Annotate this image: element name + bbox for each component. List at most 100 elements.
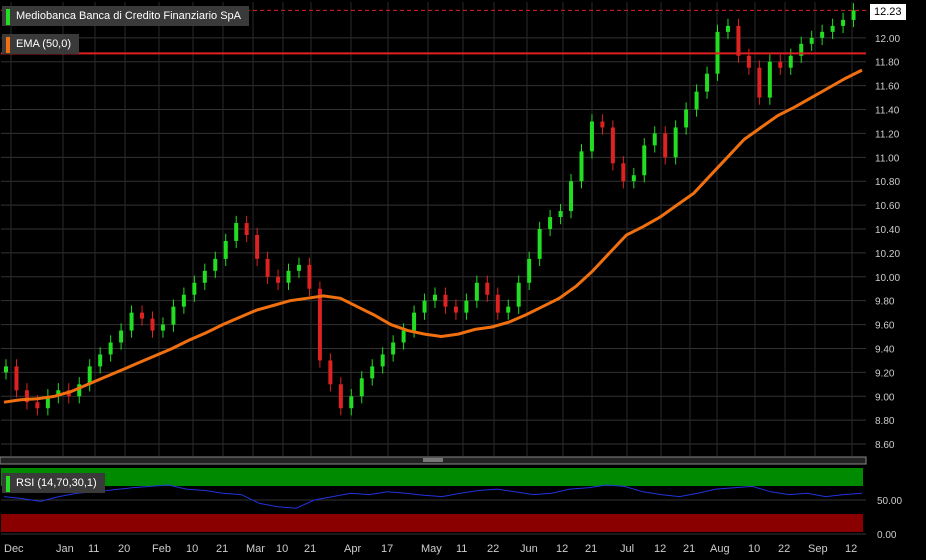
time-tick-label: 22 <box>487 543 499 555</box>
price-tick-label: 9.40 <box>875 344 895 355</box>
price-tick-label: 9.20 <box>875 368 895 379</box>
price-tick-label: 11.40 <box>875 106 900 117</box>
time-tick-label: Jul <box>620 543 634 555</box>
candle-body <box>108 342 113 355</box>
candle-body <box>694 91 699 110</box>
time-tick-label: 22 <box>778 543 790 555</box>
candle-body <box>443 294 448 307</box>
candle-body <box>244 223 249 235</box>
candle-body <box>757 67 762 98</box>
candle-body <box>569 181 574 212</box>
candle-body <box>213 258 218 271</box>
candle-body <box>181 294 186 307</box>
price-tick-label: 11.00 <box>875 153 900 164</box>
time-tick-label: Mar <box>246 543 265 555</box>
candle-body <box>35 402 40 409</box>
time-tick-label: 10 <box>748 543 760 555</box>
candle-body <box>140 312 145 319</box>
candle-body <box>223 240 228 259</box>
chart-title-label: Mediobanca Banca di Credito Finanziario … <box>2 6 250 26</box>
candle-body <box>537 229 542 259</box>
time-tick-label: 12 <box>654 543 666 555</box>
rsi-overbought-band <box>1 468 863 486</box>
time-tick-label: 10 <box>186 543 198 555</box>
candle-body <box>412 312 417 331</box>
candle-body <box>255 234 260 259</box>
candle-body <box>370 366 375 379</box>
last-price-value: 12.23 <box>874 6 902 18</box>
candle-body <box>652 133 657 146</box>
candle-body <box>841 19 846 26</box>
candle-body <box>160 324 165 331</box>
candle-body <box>558 211 563 218</box>
candle-body <box>433 294 437 301</box>
candle-body <box>725 25 730 32</box>
price-axis: 8.60 8.80 9.00 9.20 9.40 9.60 9.80 10.00 10.20 10… <box>875 34 900 451</box>
candle-body <box>830 25 835 32</box>
price-tick-label: 8.80 <box>875 416 895 427</box>
candle-body <box>150 318 155 331</box>
candle-body <box>307 264 312 289</box>
candle-body <box>464 300 469 313</box>
candle-body <box>171 306 176 325</box>
time-tick-label: 11 <box>88 543 99 555</box>
candle-body <box>705 73 710 92</box>
candle-body <box>506 306 511 313</box>
time-tick-label: 21 <box>304 543 316 555</box>
candle-body <box>527 258 532 283</box>
candle-body <box>422 300 427 313</box>
candle-body <box>349 396 354 409</box>
candle-body <box>4 366 8 373</box>
candle-body <box>663 133 668 158</box>
candle-body <box>401 330 406 343</box>
candle-body <box>610 127 615 164</box>
price-tick-label: 11.60 <box>875 82 900 93</box>
candle-body <box>296 264 301 271</box>
price-tick-label: 9.60 <box>875 321 895 332</box>
time-tick-label: 21 <box>585 543 597 555</box>
candle-body <box>767 61 772 98</box>
time-tick-label: Apr <box>344 543 361 555</box>
candle-body <box>485 282 490 295</box>
candle-body <box>453 306 458 313</box>
candle-body <box>359 378 364 397</box>
price-tick-label: 10.20 <box>875 249 900 260</box>
stock-chart: 8.60 8.80 9.00 9.20 9.40 9.60 9.80 10.00 10.20 10… <box>0 2 902 555</box>
candle-body <box>317 288 322 361</box>
rsi-swatch <box>6 476 10 492</box>
rsi-tick-label: 50.00 <box>877 496 902 507</box>
series-swatch <box>6 9 10 25</box>
main-grid <box>1 2 866 456</box>
candle-body <box>820 31 825 38</box>
time-axis: Dec Jan 11 20 Feb 10 21 Mar 10 21 Apr 17 May 11 22 Jun 1… <box>4 543 857 555</box>
last-price-tag: 12.23 <box>870 4 906 20</box>
price-tick-label: 9.00 <box>875 392 895 403</box>
candle-body <box>631 175 636 182</box>
time-tick-label: 21 <box>216 543 228 555</box>
candle-body <box>286 270 291 283</box>
candle-body <box>391 342 396 355</box>
candle-body <box>474 282 479 301</box>
price-tick-label: 10.00 <box>875 273 900 284</box>
rsi-legend-text: RSI (14,70,30,1) <box>16 477 97 489</box>
price-tick-label: 10.80 <box>875 177 900 188</box>
rsi-axis: 50.00 0.00 <box>877 496 902 541</box>
candle-body <box>119 330 124 343</box>
candle-body <box>600 121 605 128</box>
candle-body <box>338 384 343 409</box>
candle-body <box>778 61 783 68</box>
time-tick-label: 11 <box>456 543 467 555</box>
time-tick-label: 17 <box>381 543 393 555</box>
price-tick-label: 8.60 <box>875 440 895 451</box>
candle-body <box>202 270 207 283</box>
candle-body <box>736 25 741 56</box>
candle-body <box>328 360 333 385</box>
candlesticks <box>4 3 856 416</box>
candle-body <box>265 258 270 277</box>
candle-body <box>234 223 239 241</box>
time-tick-label: 10 <box>276 543 288 555</box>
time-tick-label: Aug <box>710 543 730 555</box>
price-tick-label: 12.00 <box>875 34 900 45</box>
candle-body <box>809 37 814 44</box>
time-tick-label: 12 <box>556 543 568 555</box>
